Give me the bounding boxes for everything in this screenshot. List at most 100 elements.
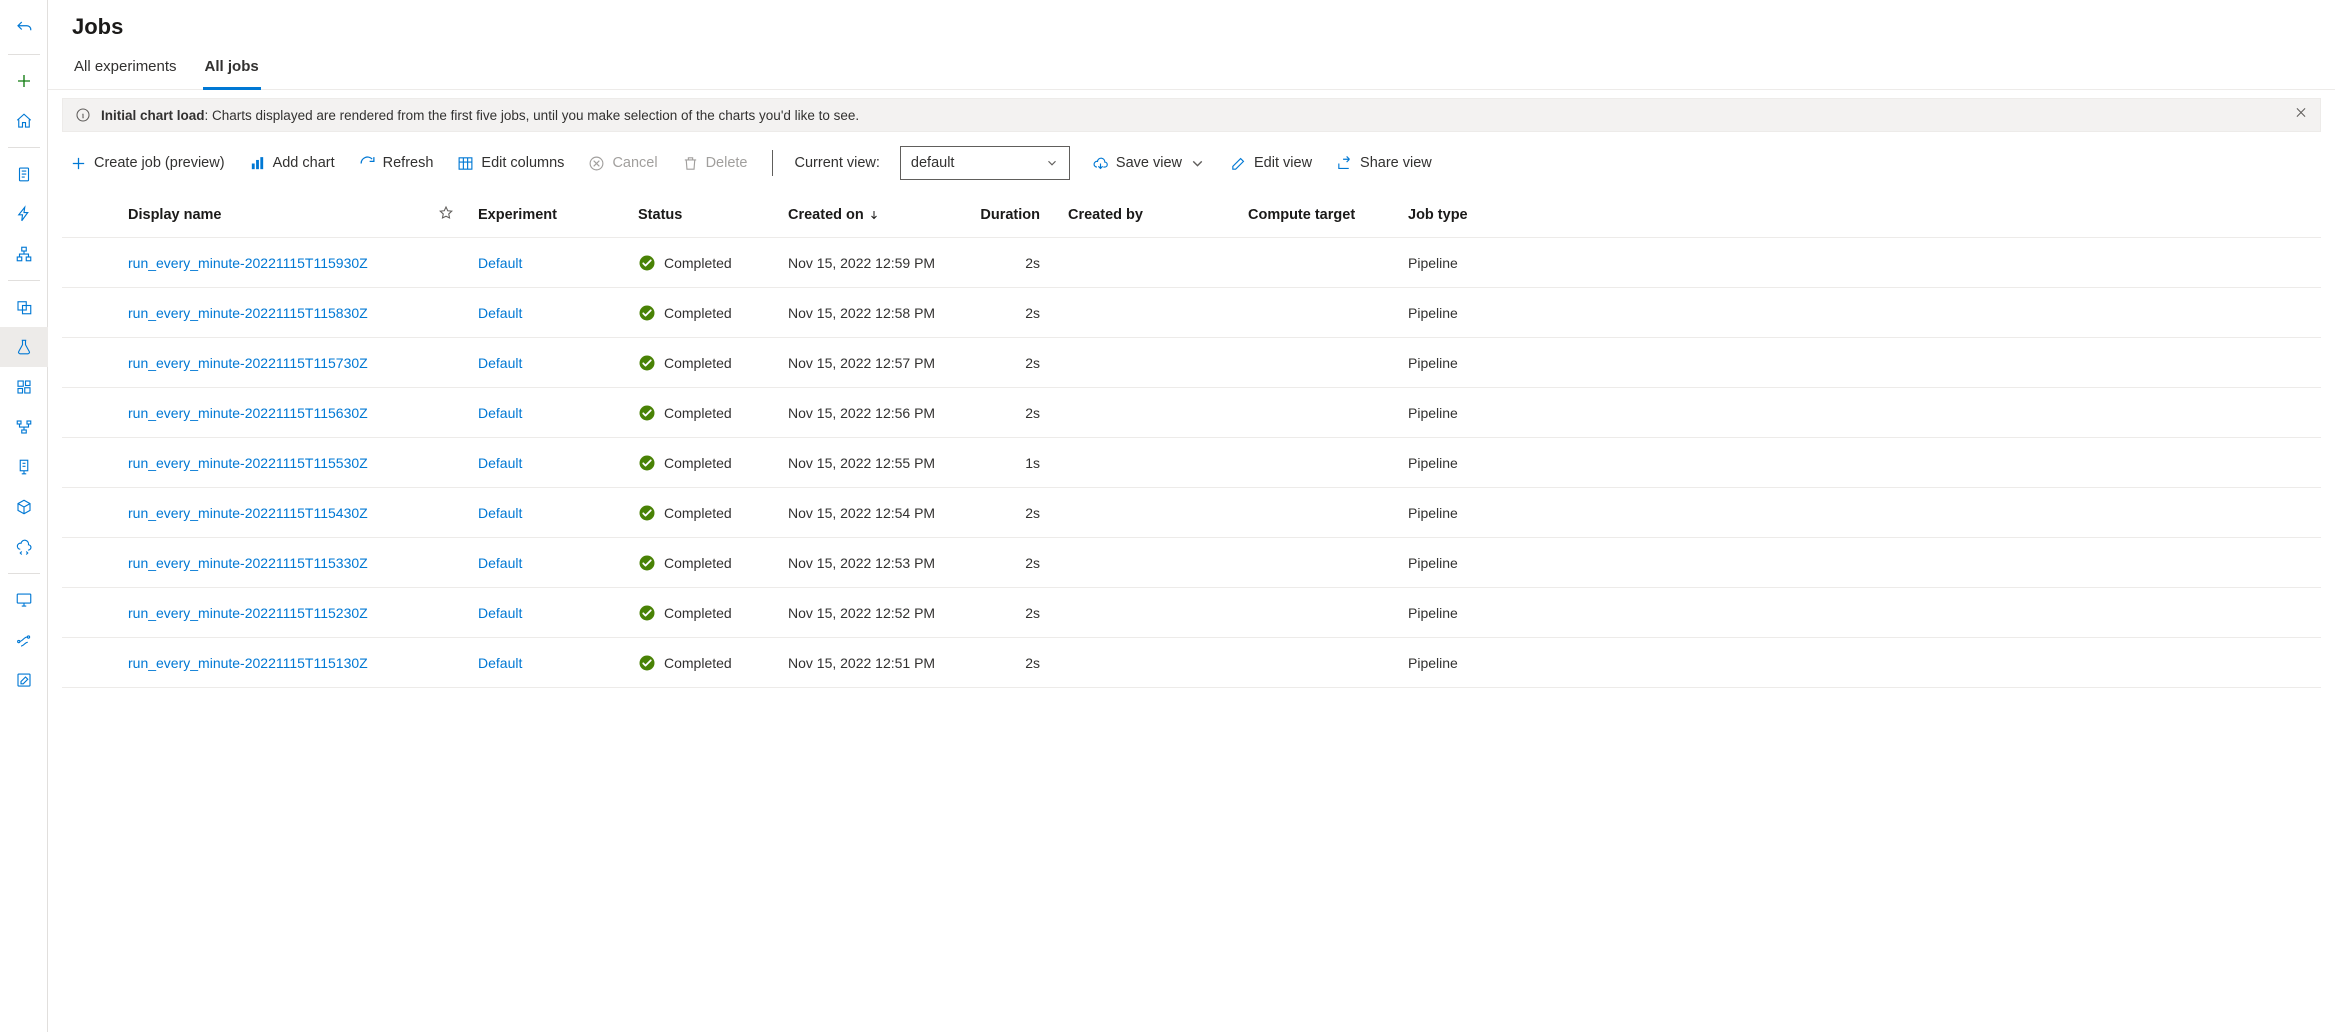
experiment-link[interactable]: Default [472, 255, 632, 271]
success-check-icon [638, 254, 656, 272]
nav-separator [8, 573, 40, 574]
success-check-icon [638, 604, 656, 622]
share-view-button[interactable]: Share view [1334, 151, 1434, 176]
delete-button: Delete [680, 151, 750, 176]
nav-notebooks[interactable] [0, 154, 48, 194]
current-view-label: Current view: [795, 155, 880, 171]
col-created-by[interactable]: Created by [1062, 207, 1242, 223]
refresh-label: Refresh [383, 155, 434, 171]
col-status[interactable]: Status [632, 207, 782, 223]
experiment-link[interactable]: Default [472, 405, 632, 421]
col-duration[interactable]: Duration [972, 207, 1062, 223]
status-text: Completed [664, 655, 732, 671]
table-row[interactable]: run_every_minute-20221115T115430Z Defaul… [62, 488, 2321, 538]
nav-back[interactable] [0, 8, 48, 48]
status-cell: Completed [632, 404, 782, 422]
table-row[interactable]: run_every_minute-20221115T115530Z Defaul… [62, 438, 2321, 488]
nav-endpoints[interactable] [0, 527, 48, 567]
status-text: Completed [664, 555, 732, 571]
nav-environments[interactable] [0, 447, 48, 487]
nav-models[interactable] [0, 487, 48, 527]
close-icon [2294, 106, 2308, 120]
job-name-link[interactable]: run_every_minute-20221115T115230Z [122, 605, 432, 621]
table-row[interactable]: run_every_minute-20221115T115930Z Defaul… [62, 238, 2321, 288]
trash-icon [682, 155, 699, 172]
nav-linked[interactable] [0, 620, 48, 660]
col-job-type[interactable]: Job type [1402, 207, 1522, 223]
success-check-icon [638, 654, 656, 672]
table-row[interactable]: run_every_minute-20221115T115330Z Defaul… [62, 538, 2321, 588]
experiment-link[interactable]: Default [472, 655, 632, 671]
info-bar-close[interactable] [2290, 102, 2312, 129]
experiment-link[interactable]: Default [472, 355, 632, 371]
edit-columns-button[interactable]: Edit columns [455, 151, 566, 176]
success-check-icon [638, 454, 656, 472]
nav-separator [8, 280, 40, 281]
nav-home[interactable] [0, 101, 48, 141]
col-created-on[interactable]: Created on [782, 207, 972, 223]
nav-components[interactable] [0, 367, 48, 407]
job-name-link[interactable]: run_every_minute-20221115T115930Z [122, 255, 432, 271]
share-view-label: Share view [1360, 155, 1432, 171]
job-name-link[interactable]: run_every_minute-20221115T115430Z [122, 505, 432, 521]
nav-add[interactable] [0, 61, 48, 101]
chevron-down-icon [1045, 156, 1059, 170]
duration-cell: 2s [972, 305, 1062, 321]
job-type-cell: Pipeline [1402, 505, 1522, 521]
success-check-icon [638, 304, 656, 322]
job-type-cell: Pipeline [1402, 305, 1522, 321]
tab-all-jobs[interactable]: All jobs [203, 48, 261, 90]
job-name-link[interactable]: run_every_minute-20221115T115330Z [122, 555, 432, 571]
clipboard-icon [15, 165, 33, 183]
status-text: Completed [664, 305, 732, 321]
col-compute-target[interactable]: Compute target [1242, 207, 1402, 223]
grid-icon [15, 378, 33, 396]
status-text: Completed [664, 605, 732, 621]
edit-view-button[interactable]: Edit view [1228, 151, 1314, 176]
plus-icon [70, 155, 87, 172]
job-name-link[interactable]: run_every_minute-20221115T115630Z [122, 405, 432, 421]
job-name-link[interactable]: run_every_minute-20221115T115830Z [122, 305, 432, 321]
nav-jobs[interactable] [0, 327, 48, 367]
view-select[interactable]: default [900, 146, 1070, 180]
duration-cell: 1s [972, 455, 1062, 471]
job-type-cell: Pipeline [1402, 555, 1522, 571]
col-experiment[interactable]: Experiment [472, 207, 632, 223]
col-favorite[interactable] [432, 205, 472, 225]
table-row[interactable]: run_every_minute-20221115T115230Z Defaul… [62, 588, 2321, 638]
nav-automl[interactable] [0, 194, 48, 234]
experiment-link[interactable]: Default [472, 555, 632, 571]
job-name-link[interactable]: run_every_minute-20221115T115730Z [122, 355, 432, 371]
job-name-link[interactable]: run_every_minute-20221115T115130Z [122, 655, 432, 671]
job-name-link[interactable]: run_every_minute-20221115T115530Z [122, 455, 432, 471]
nav-designer[interactable] [0, 234, 48, 274]
info-bar-text: Initial chart load: Charts displayed are… [101, 108, 859, 123]
experiment-link[interactable]: Default [472, 505, 632, 521]
add-chart-button[interactable]: Add chart [247, 151, 337, 176]
nav-compute[interactable] [0, 580, 48, 620]
status-text: Completed [664, 355, 732, 371]
info-icon [75, 107, 91, 123]
view-select-value: default [911, 155, 955, 171]
job-type-cell: Pipeline [1402, 655, 1522, 671]
command-divider [772, 150, 773, 176]
nav-data[interactable] [0, 287, 48, 327]
cloud-loop-icon [15, 538, 33, 556]
save-view-label: Save view [1116, 155, 1182, 171]
create-job-button[interactable]: Create job (preview) [68, 151, 227, 176]
col-display-name[interactable]: Display name [122, 207, 432, 223]
table-row[interactable]: run_every_minute-20221115T115630Z Defaul… [62, 388, 2321, 438]
experiment-link[interactable]: Default [472, 455, 632, 471]
nav-pipelines[interactable] [0, 407, 48, 447]
table-row[interactable]: run_every_minute-20221115T115830Z Defaul… [62, 288, 2321, 338]
tab-all-experiments[interactable]: All experiments [72, 48, 179, 90]
jobs-table: Display name Experiment Status Created o… [48, 192, 2335, 688]
table-row[interactable]: run_every_minute-20221115T115130Z Defaul… [62, 638, 2321, 688]
experiment-link[interactable]: Default [472, 605, 632, 621]
page-title: Jobs [48, 14, 2335, 48]
table-row[interactable]: run_every_minute-20221115T115730Z Defaul… [62, 338, 2321, 388]
refresh-button[interactable]: Refresh [357, 151, 436, 176]
experiment-link[interactable]: Default [472, 305, 632, 321]
save-view-button[interactable]: Save view [1090, 151, 1208, 176]
nav-labeling[interactable] [0, 660, 48, 700]
